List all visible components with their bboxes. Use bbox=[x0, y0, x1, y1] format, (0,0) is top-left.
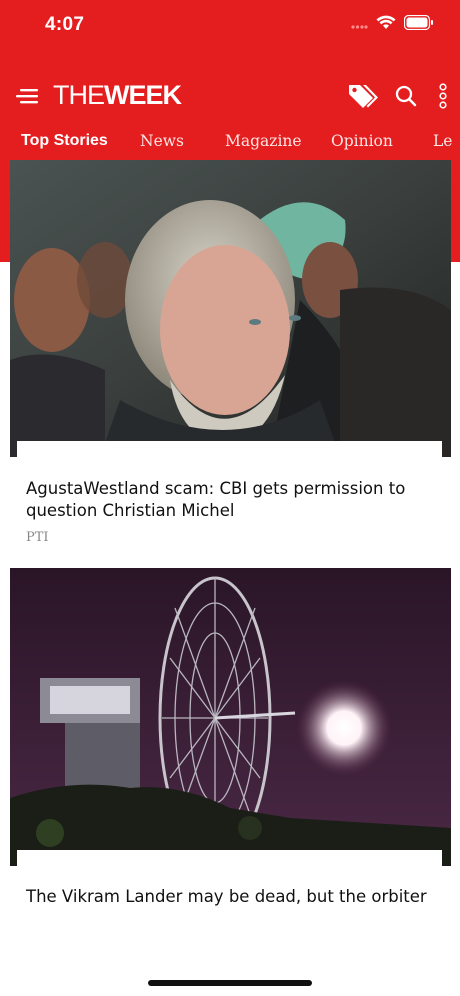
article-image[interactable] bbox=[10, 160, 451, 457]
tab-partial[interactable]: Le bbox=[433, 132, 452, 150]
logo-suffix: WEEK bbox=[104, 80, 182, 110]
status-bar: 4:07 bbox=[0, 0, 460, 50]
tab-opinion[interactable]: Opinion bbox=[331, 132, 393, 150]
image-caption-strip bbox=[17, 850, 442, 866]
article-photo bbox=[10, 160, 451, 457]
tag-icon[interactable] bbox=[347, 82, 379, 110]
home-indicator[interactable] bbox=[148, 980, 312, 986]
battery-icon bbox=[404, 15, 433, 30]
app-logo: THEWEEK bbox=[53, 80, 182, 111]
image-caption-strip bbox=[17, 441, 442, 457]
section-tabs: Top Stories News Magazine Opinion Le bbox=[0, 122, 460, 160]
article-image[interactable] bbox=[10, 568, 451, 866]
article-text: AgustaWestland scam: CBI gets permission… bbox=[26, 478, 436, 545]
article-headline[interactable]: AgustaWestland scam: CBI gets permission… bbox=[26, 478, 436, 522]
logo-prefix: THE bbox=[53, 80, 105, 110]
article-text: The Vikram Lander may be dead, but the o… bbox=[26, 886, 436, 908]
wifi-icon bbox=[376, 15, 396, 29]
search-icon[interactable] bbox=[394, 84, 418, 108]
status-icons bbox=[350, 15, 434, 30]
more-vertical-icon[interactable] bbox=[436, 83, 450, 109]
status-time: 4:07 bbox=[45, 14, 85, 35]
article-headline[interactable]: The Vikram Lander may be dead, but the o… bbox=[26, 886, 436, 908]
article-card[interactable]: The Vikram Lander may be dead, but the o… bbox=[10, 568, 451, 996]
tab-news[interactable]: News bbox=[140, 132, 184, 150]
app-header: THEWEEK bbox=[0, 70, 460, 122]
signal-icon bbox=[351, 24, 368, 29]
article-photo bbox=[10, 568, 451, 866]
tab-top-stories[interactable]: Top Stories bbox=[21, 132, 108, 150]
tab-magazine[interactable]: Magazine bbox=[225, 132, 302, 150]
menu-icon[interactable] bbox=[16, 85, 40, 107]
article-source: PTI bbox=[26, 530, 49, 545]
article-card[interactable]: AgustaWestland scam: CBI gets permission… bbox=[10, 160, 451, 552]
